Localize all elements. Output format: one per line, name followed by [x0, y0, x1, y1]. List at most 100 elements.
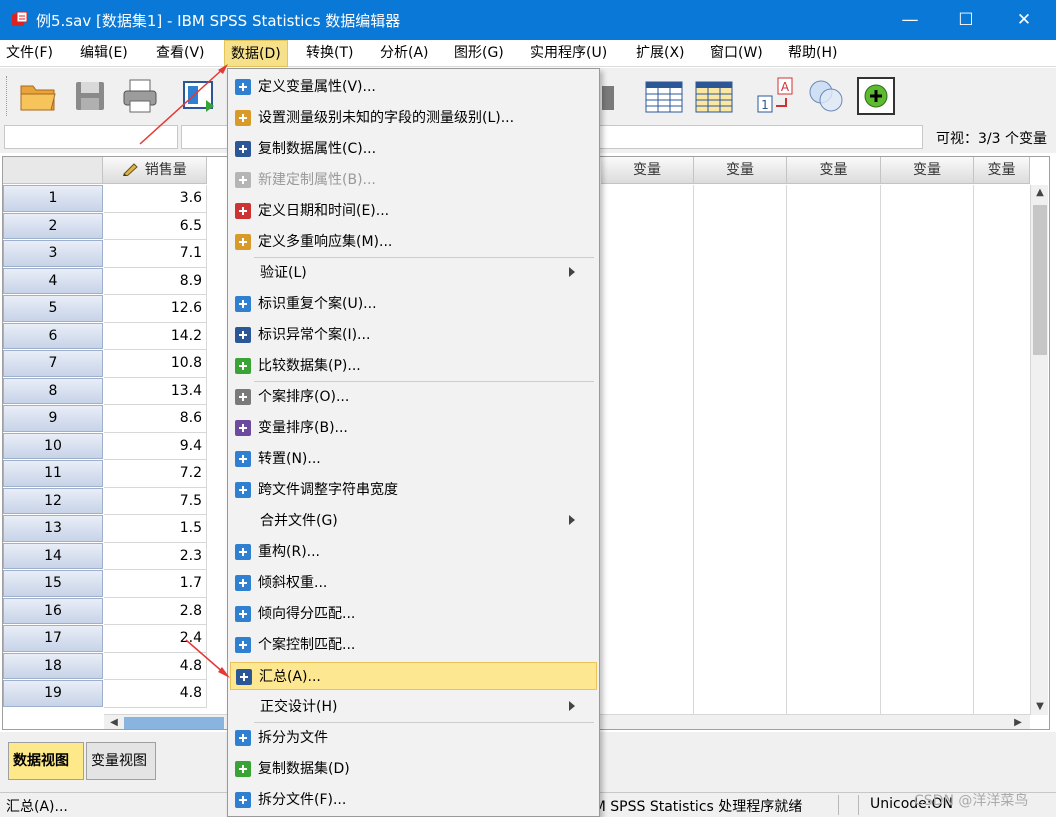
add-icon[interactable]	[856, 76, 896, 116]
aggregate-icon	[235, 668, 253, 686]
print-icon[interactable]	[120, 76, 160, 116]
menu-item[interactable]: 倾向得分匹配...	[230, 600, 597, 628]
menu-item[interactable]: 定义变量属性(V)...	[230, 73, 597, 101]
menu-data[interactable]: 数据(D)	[224, 40, 288, 67]
menu-item-label: 定义变量属性(V)...	[258, 79, 376, 95]
menu-separator	[254, 381, 594, 382]
scroll-right-icon[interactable]: ▶	[1010, 715, 1026, 729]
split-into-files-icon	[234, 729, 252, 747]
menu-item[interactable]: 倾斜权重...	[230, 569, 597, 597]
column-header-var[interactable]: 变量	[787, 157, 881, 184]
rake-weights-icon	[234, 574, 252, 592]
menu-item-label: 定义日期和时间(E)...	[258, 203, 390, 219]
menu-help[interactable]: 帮助(H)	[782, 40, 843, 67]
menu-window[interactable]: 窗口(W)	[704, 40, 769, 67]
multiple-response-icon	[234, 233, 252, 251]
menu-edit[interactable]: 编辑(E)	[74, 40, 134, 67]
pencil-icon	[123, 163, 138, 177]
value-labels-icon[interactable]	[694, 76, 734, 116]
svg-text:1: 1	[761, 98, 769, 112]
column-header-var[interactable]: 变量	[694, 157, 787, 184]
menu-utilities[interactable]: 实用程序(U)	[524, 40, 613, 67]
minimize-button[interactable]: —	[886, 0, 934, 40]
menu-item[interactable]: 转置(N)...	[230, 445, 597, 473]
define-variable-properties-icon	[234, 78, 252, 96]
column-header-sales[interactable]: 销售量	[103, 157, 207, 184]
vertical-scroll-thumb[interactable]	[1033, 205, 1047, 355]
date-time-icon	[234, 202, 252, 220]
weight-icon[interactable]	[598, 76, 638, 116]
new-custom-attribute-icon	[234, 171, 252, 189]
menu-item[interactable]: 合并文件(G)	[230, 507, 597, 535]
menu-bar: 文件(F) 编辑(E) 查看(V) 数据(D) 转换(T) 分析(A) 图形(G…	[0, 40, 1056, 67]
scroll-up-icon[interactable]: ▲	[1032, 185, 1048, 201]
menu-item-label: 设置测量级别未知的字段的测量级别(L)...	[258, 110, 515, 126]
tab-variable-view[interactable]: 变量视图	[86, 742, 156, 780]
menu-file[interactable]: 文件(F)	[0, 40, 59, 67]
menu-item[interactable]: 验证(L)	[230, 259, 597, 287]
maximize-button[interactable]: ☐	[942, 0, 990, 40]
menu-item[interactable]: 跨文件调整字符串宽度	[230, 476, 597, 504]
horizontal-scroll-thumb[interactable]	[124, 717, 224, 729]
menu-item-label: 验证(L)	[260, 265, 307, 281]
menu-item[interactable]: 个案排序(O)...	[230, 383, 597, 411]
menu-view[interactable]: 查看(V)	[150, 40, 211, 67]
vertical-scrollbar[interactable]: ▲ ▼	[1030, 185, 1048, 715]
menu-item[interactable]: 拆分为文件	[230, 724, 597, 752]
table-icon[interactable]	[644, 76, 684, 116]
menu-item[interactable]: 重构(R)...	[230, 538, 597, 566]
menu-item[interactable]: 标识重复个案(U)...	[230, 290, 597, 318]
menu-item[interactable]: 定义多重响应集(M)...	[230, 228, 597, 256]
menu-item-label: 复制数据属性(C)...	[258, 141, 377, 157]
tab-data-view[interactable]: 数据视图	[8, 742, 84, 780]
grid-corner[interactable]	[3, 157, 103, 184]
submenu-arrow-icon	[569, 701, 575, 711]
copy-dataset-icon	[234, 760, 252, 778]
menu-graphs[interactable]: 图形(G)	[448, 40, 510, 67]
menu-item[interactable]: 比较数据集(P)...	[230, 352, 597, 380]
menu-item-label: 倾向得分匹配...	[258, 606, 356, 622]
copy-data-properties-icon	[234, 140, 252, 158]
sets-icon[interactable]	[806, 76, 846, 116]
cell-name-box[interactable]	[4, 125, 178, 149]
scroll-left-icon[interactable]: ◀	[106, 715, 122, 729]
submenu-arrow-icon	[569, 267, 575, 277]
propensity-matching-icon	[234, 605, 252, 623]
recall-dialog-icon[interactable]	[180, 76, 220, 116]
menu-item[interactable]: 正交设计(H)	[230, 693, 597, 721]
menu-item[interactable]: 复制数据属性(C)...	[230, 135, 597, 163]
menu-item[interactable]: 个案控制匹配...	[230, 631, 597, 659]
menu-item[interactable]: 变量排序(B)...	[230, 414, 597, 442]
menu-item-label: 个案控制匹配...	[258, 637, 356, 653]
menu-analyze[interactable]: 分析(A)	[374, 40, 435, 67]
column-header-var[interactable]: 变量	[601, 157, 694, 184]
menu-item[interactable]: 定义日期和时间(E)...	[230, 197, 597, 225]
menu-transform[interactable]: 转换(T)	[300, 40, 359, 67]
menu-item[interactable]: 复制数据集(D)	[230, 755, 597, 783]
status-processor: IBM SPSS Statistics 处理程序就绪	[580, 799, 803, 815]
menu-item-label: 拆分为文件	[258, 730, 328, 746]
menu-separator	[254, 722, 594, 723]
data-menu-dropdown: 定义变量属性(V)... 设置测量级别未知的字段的测量级别(L)... 复制数据属性…	[227, 68, 600, 817]
column-header-var[interactable]: 变量	[881, 157, 974, 184]
menu-item-label: 复制数据集(D)	[258, 761, 350, 777]
menu-separator	[254, 257, 594, 258]
spss-app-icon	[12, 11, 28, 26]
ab-12-icon[interactable]: A1	[756, 76, 796, 116]
menu-extensions[interactable]: 扩展(X)	[630, 40, 691, 67]
visible-variables-count: 可视：3/3 个变量	[936, 131, 1047, 147]
open-folder-icon[interactable]	[18, 76, 58, 116]
save-icon[interactable]	[70, 76, 110, 116]
identify-unusual-icon	[234, 326, 252, 344]
transpose-icon	[234, 450, 252, 468]
title-bar: 例5.sav [数据集1] - IBM SPSS Statistics 数据编辑…	[0, 0, 1056, 40]
close-button[interactable]: ✕	[1000, 0, 1048, 40]
menu-item-label: 新建定制属性(B)...	[258, 172, 376, 188]
scroll-down-icon[interactable]: ▼	[1032, 699, 1048, 715]
column-header-var[interactable]: 变量	[974, 157, 1030, 184]
menu-item-label: 个案排序(O)...	[258, 389, 350, 405]
menu-item[interactable]: 标识异常个案(I)...	[230, 321, 597, 349]
menu-item[interactable]: 设置测量级别未知的字段的测量级别(L)...	[230, 104, 597, 132]
menu-item[interactable]: 拆分文件(F)...	[230, 786, 597, 814]
menu-item[interactable]: 汇总(A)...	[230, 662, 597, 690]
